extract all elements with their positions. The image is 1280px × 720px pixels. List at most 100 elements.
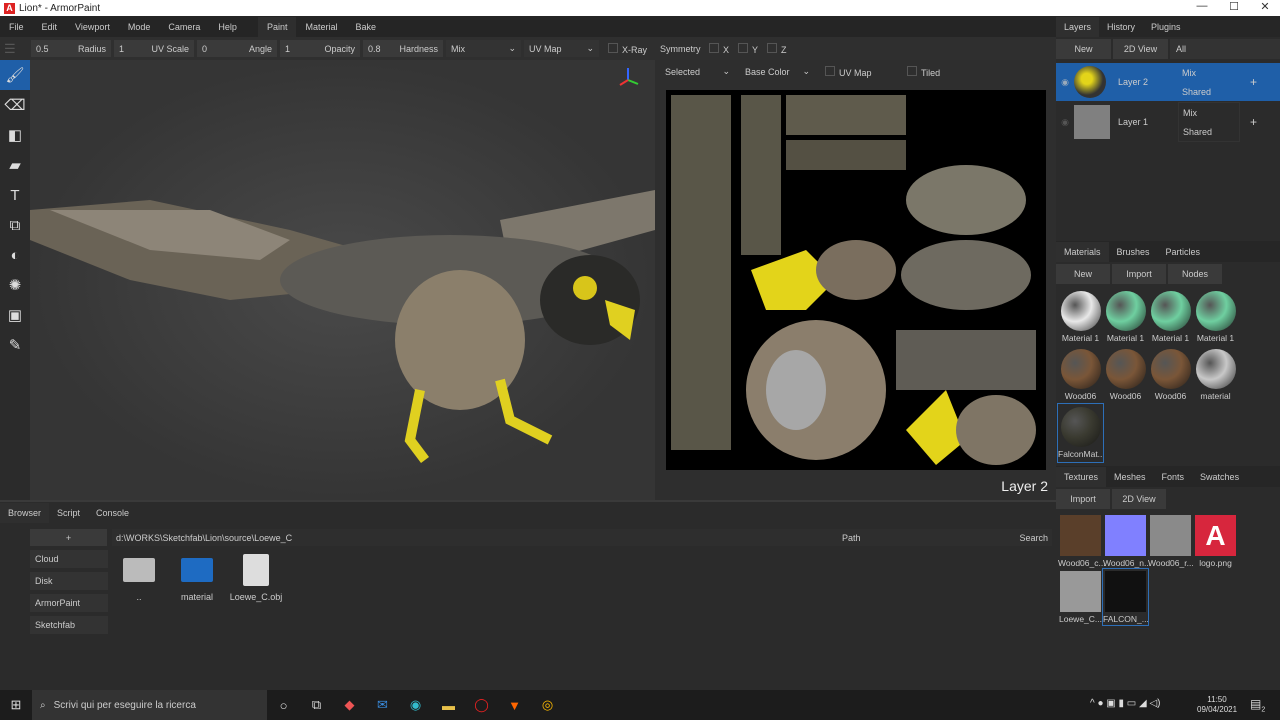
picker-tool-icon[interactable]: ✎ bbox=[0, 330, 30, 360]
particle-tool-icon[interactable]: ✺ bbox=[0, 270, 30, 300]
tab-plugins[interactable]: Plugins bbox=[1143, 17, 1189, 37]
brave-icon[interactable]: ▼ bbox=[498, 698, 531, 713]
blend-select[interactable]: Mix ⌄ bbox=[446, 40, 521, 57]
add-mask-button[interactable]: + bbox=[1250, 75, 1257, 89]
fill-tool-icon[interactable]: ◧ bbox=[0, 120, 30, 150]
layer-mask-select[interactable]: Shared bbox=[1178, 82, 1240, 101]
tab-meshes[interactable]: Meshes bbox=[1106, 467, 1154, 487]
3d-viewport[interactable] bbox=[30, 60, 655, 500]
notifications-icon[interactable]: ▤2 bbox=[1250, 697, 1265, 713]
close-button[interactable]: ✕ bbox=[1250, 0, 1280, 13]
sliders-icon[interactable]: ☰ bbox=[4, 41, 28, 57]
blur-tool-icon[interactable]: ◐ bbox=[0, 240, 30, 270]
tab-textures[interactable]: Textures bbox=[1056, 466, 1107, 487]
texture-item[interactable]: Wood06_c... bbox=[1058, 513, 1106, 569]
texture-item[interactable]: Wood06_r... bbox=[1148, 513, 1194, 569]
layer-filter-select[interactable]: All bbox=[1170, 39, 1280, 59]
clone-tool-icon[interactable]: ⧉ bbox=[0, 210, 30, 240]
search-label[interactable]: Search bbox=[1019, 533, 1048, 543]
material-item[interactable]: Material 1 bbox=[1148, 288, 1193, 346]
uvscale-slider[interactable]: 1 UV Scale bbox=[114, 40, 194, 57]
location-cloud[interactable]: Cloud bbox=[30, 550, 108, 568]
symmetry-x-checkbox[interactable]: X bbox=[709, 42, 729, 55]
app-icon[interactable]: ◆ bbox=[333, 697, 366, 713]
layer-blend-select[interactable]: Mix bbox=[1178, 63, 1240, 82]
opacity-slider[interactable]: 1 Opacity bbox=[280, 40, 360, 57]
new-material-button[interactable]: New bbox=[1056, 264, 1110, 284]
tab-brushes[interactable]: Brushes bbox=[1109, 242, 1158, 262]
texture-item[interactable]: Alogo.png bbox=[1193, 513, 1238, 569]
tray-icons[interactable]: ^ ● ▣ ▮ ▭ ◢ ◁) bbox=[1090, 698, 1161, 709]
opera-icon[interactable]: ◯ bbox=[465, 697, 498, 713]
texture-item[interactable]: Wood06_n... bbox=[1103, 513, 1151, 569]
edge-icon[interactable]: ◉ bbox=[399, 697, 432, 713]
file-item[interactable]: material bbox=[173, 554, 221, 602]
import-material-button[interactable]: Import bbox=[1112, 264, 1166, 284]
eye-icon[interactable]: ◉ bbox=[1056, 117, 1074, 128]
menu-edit[interactable]: Edit bbox=[33, 22, 67, 32]
location-armorpaint[interactable]: ArmorPaint bbox=[30, 594, 108, 612]
material-item[interactable]: Wood06 bbox=[1058, 346, 1103, 404]
layer-row[interactable]: ◉ Layer 2 Mix Shared + bbox=[1056, 63, 1280, 101]
menu-mode[interactable]: Mode bbox=[119, 22, 160, 32]
layers-2d-view-button[interactable]: 2D View bbox=[1113, 39, 1168, 59]
maximize-button[interactable]: ☐ bbox=[1219, 0, 1249, 13]
import-texture-button[interactable]: Import bbox=[1056, 489, 1110, 509]
tab-swatches[interactable]: Swatches bbox=[1192, 467, 1247, 487]
material-item[interactable]: Material 1 bbox=[1193, 288, 1238, 346]
windows-start-icon[interactable]: ⊞ bbox=[0, 697, 32, 713]
file-item[interactable]: Loewe_C.obj bbox=[226, 554, 286, 602]
add-mask-button[interactable]: + bbox=[1250, 115, 1257, 129]
brush-tool-icon[interactable]: 🖌 bbox=[0, 60, 30, 90]
tiled-checkbox[interactable]: Tiled bbox=[907, 66, 940, 78]
file-item[interactable]: .. bbox=[115, 554, 163, 602]
menu-viewport[interactable]: Viewport bbox=[66, 22, 119, 32]
text-tool-icon[interactable]: T bbox=[0, 180, 30, 210]
layer-row[interactable]: ◉ Layer 1 Mix Shared + bbox=[1056, 102, 1280, 142]
texture-item[interactable]: Loewe_C... bbox=[1058, 569, 1103, 625]
tab-materials[interactable]: Materials bbox=[1056, 241, 1109, 262]
path-input[interactable]: d:\WORKS\Sketchfab\Lion\source\Loewe_C P… bbox=[112, 529, 1052, 546]
layer-blend-select[interactable]: Mix bbox=[1179, 103, 1239, 122]
location-sketchfab[interactable]: Sketchfab bbox=[30, 616, 108, 634]
hardness-slider[interactable]: 0.8 Hardness bbox=[363, 40, 443, 57]
decal-tool-icon[interactable]: ▰ bbox=[0, 150, 30, 180]
material-item[interactable]: material bbox=[1193, 346, 1238, 404]
uv-select[interactable]: UV Map ⌄ bbox=[524, 40, 599, 57]
material-item[interactable]: Wood06 bbox=[1148, 346, 1193, 404]
material-item[interactable]: Wood06 bbox=[1103, 346, 1148, 404]
material-item[interactable]: Material 1 bbox=[1103, 288, 1148, 346]
channel-select[interactable]: Base Color ⌄ bbox=[740, 63, 815, 80]
workspace-material[interactable]: Material bbox=[296, 22, 346, 32]
material-item[interactable]: Material 1 bbox=[1058, 288, 1103, 346]
location-disk[interactable]: Disk bbox=[30, 572, 108, 590]
tab-history[interactable]: History bbox=[1099, 17, 1143, 37]
xray-checkbox[interactable]: X-Ray bbox=[608, 42, 647, 55]
tab-particles[interactable]: Particles bbox=[1158, 242, 1209, 262]
workspace-bake[interactable]: Bake bbox=[346, 22, 385, 32]
taskbar-search-input[interactable]: ⌕ Scrivi qui per eseguire la ricerca bbox=[32, 690, 267, 720]
nodes-button[interactable]: Nodes bbox=[1168, 264, 1222, 284]
angle-slider[interactable]: 0 Angle bbox=[197, 40, 277, 57]
chrome-icon[interactable]: ◎ bbox=[531, 697, 564, 713]
texture-item[interactable]: FALCON_... bbox=[1102, 568, 1149, 626]
bake-tool-icon[interactable]: ▣ bbox=[0, 300, 30, 330]
textures-2d-view-button[interactable]: 2D View bbox=[1112, 489, 1166, 509]
clock-date[interactable]: 09/04/2021 bbox=[1197, 705, 1237, 715]
menu-file[interactable]: File bbox=[0, 22, 33, 32]
tab-browser[interactable]: Browser bbox=[0, 502, 50, 523]
add-location-button[interactable]: + bbox=[30, 529, 107, 546]
minimize-button[interactable]: — bbox=[1187, 0, 1217, 12]
tab-layers[interactable]: Layers bbox=[1056, 16, 1100, 37]
material-item[interactable]: FalconMat... bbox=[1057, 403, 1105, 463]
uv-2d-view[interactable]: Selected ⌄ Base Color ⌄ UV Map Tiled Layer… bbox=[655, 60, 1056, 500]
eraser-tool-icon[interactable]: ⌫ bbox=[0, 90, 30, 120]
tab-console[interactable]: Console bbox=[88, 503, 137, 523]
symmetry-z-checkbox[interactable]: Z bbox=[767, 42, 787, 55]
layer-mask-select[interactable]: Shared bbox=[1179, 122, 1239, 141]
tab-fonts[interactable]: Fonts bbox=[1154, 467, 1193, 487]
eye-icon[interactable]: ◉ bbox=[1056, 77, 1074, 88]
menu-camera[interactable]: Camera bbox=[159, 22, 209, 32]
mail-icon[interactable]: ✉ bbox=[366, 697, 399, 713]
file-explorer-icon[interactable]: ▬ bbox=[432, 698, 465, 713]
